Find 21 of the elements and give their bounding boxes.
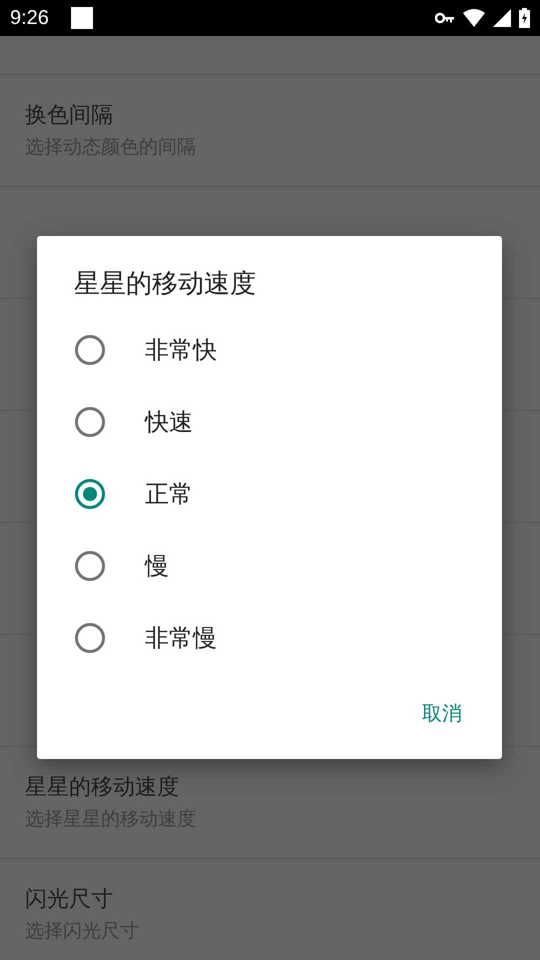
option-label[interactable]: 快速 — [145, 406, 193, 438]
wifi-icon — [463, 9, 485, 27]
setting-title: 星星的移动速度 — [25, 774, 179, 802]
notification-icon — [70, 7, 93, 29]
option-label[interactable]: 非常慢 — [145, 622, 217, 654]
radio-button[interactable] — [75, 335, 105, 365]
setting-title: 换色间隔 — [25, 102, 113, 130]
radio-button[interactable] — [75, 479, 105, 509]
option-label[interactable]: 正常 — [145, 478, 193, 510]
option-label[interactable]: 非常快 — [145, 334, 217, 366]
radio-button[interactable] — [75, 407, 105, 437]
radio-button[interactable] — [75, 551, 105, 581]
setting-title: 闪光尺寸 — [25, 886, 113, 914]
radio-button[interactable] — [75, 623, 105, 653]
battery-charging-icon — [519, 8, 530, 28]
key-icon — [435, 12, 455, 24]
status-time: 9:26 — [10, 6, 49, 30]
cancel-button[interactable]: 取消 — [410, 690, 474, 737]
signal-icon — [493, 9, 511, 27]
dialog-title: 星星的移动速度 — [74, 268, 256, 301]
option-label[interactable]: 慢 — [145, 550, 169, 582]
